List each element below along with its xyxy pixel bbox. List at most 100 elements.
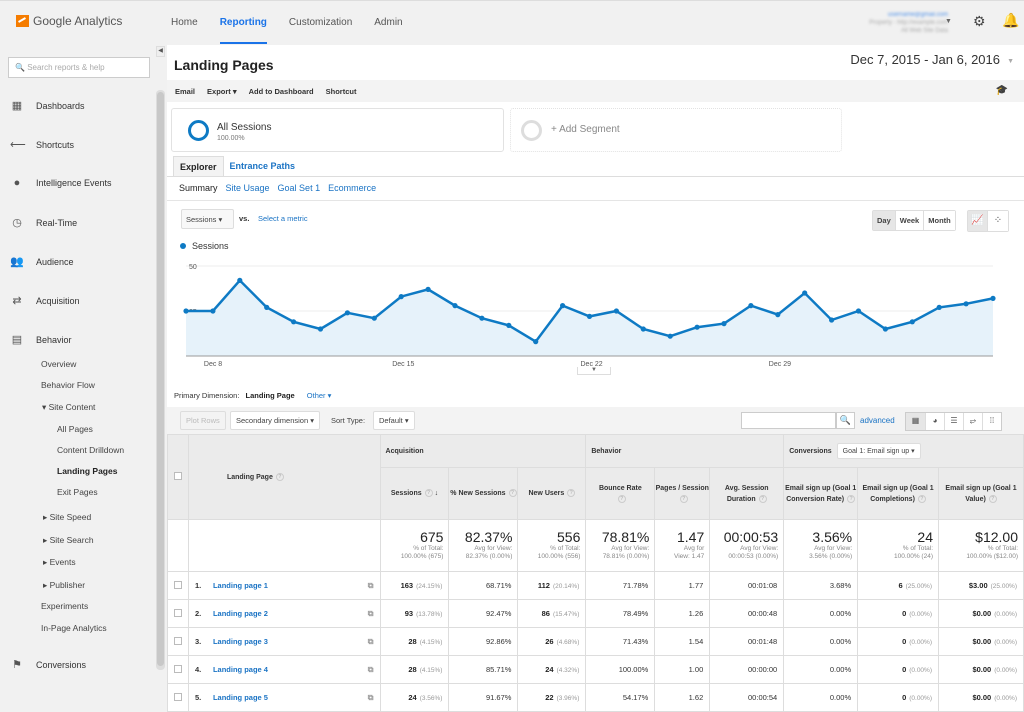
row-checkbox[interactable] (173, 580, 182, 589)
sidebar-item-shortcuts[interactable]: ⟵ Shortcuts (10, 138, 74, 151)
row-checkbox[interactable] (173, 608, 182, 617)
chart-resize-handle[interactable]: ▼ (577, 367, 611, 375)
nav-customization[interactable]: Customization (278, 1, 363, 44)
secondary-dimension-dropdown[interactable]: Secondary dimension ▾ (230, 411, 320, 430)
col-avg-duration[interactable]: Avg. Session Duration? (709, 467, 785, 520)
nav-reporting[interactable]: Reporting (209, 1, 278, 44)
line-chart-icon[interactable]: 📈 (968, 211, 988, 231)
sidebar-item-dashboards[interactable]: ▦ Dashboards (10, 99, 85, 112)
sessions-chart[interactable]: 2550Dec 8Dec 15Dec 22Dec 29 (167, 251, 1024, 369)
row-checkbox[interactable] (173, 636, 182, 645)
collapse-sidebar-button[interactable]: ◀ (156, 46, 165, 57)
sidebar-sub-content-drilldown[interactable]: Content Drilldown (57, 445, 124, 455)
landing-page-link[interactable]: Landing page 1 (213, 581, 268, 590)
external-link-icon[interactable]: ⧉ (368, 609, 374, 619)
sort-type-dropdown[interactable]: Default ▾ (373, 411, 415, 430)
subtab-site-usage[interactable]: Site Usage (226, 183, 270, 193)
tab-explorer[interactable]: Explorer (173, 156, 224, 177)
help-icon[interactable]: ? (424, 489, 433, 498)
help-icon[interactable]: ? (758, 494, 767, 503)
tab-entrance-paths[interactable]: Entrance Paths (224, 156, 302, 177)
plot-rows-button[interactable]: Plot Rows (180, 411, 226, 430)
sidebar-item-conversions[interactable]: ⚑ Conversions (10, 658, 86, 671)
other-dimension-link[interactable]: Other ▾ (307, 391, 332, 400)
help-icon[interactable]: ? (847, 494, 856, 503)
metric-dropdown[interactable]: Sessions ▾ (181, 209, 234, 229)
col-goal1-completions[interactable]: Email sign up (Goal 1 Completions)? (857, 467, 939, 520)
row-checkbox[interactable] (173, 692, 182, 701)
sidebar-sub-overview[interactable]: Overview (41, 359, 76, 369)
sidebar-sub-site-content[interactable]: ▾ Site Content (42, 402, 95, 413)
subtab-ecommerce[interactable]: Ecommerce (328, 183, 376, 193)
gear-icon[interactable]: ⚙ (973, 13, 986, 30)
search-icon[interactable]: 🔍 (836, 412, 855, 429)
sidebar-sub-site-search[interactable]: ▸ Site Search (43, 535, 94, 546)
performance-view-icon[interactable]: ☰ (944, 413, 963, 430)
day-button[interactable]: Day (873, 211, 895, 230)
external-link-icon[interactable]: ⧉ (368, 665, 374, 675)
sidebar-item-audience[interactable]: 👥 Audience (10, 255, 73, 268)
sidebar-item-intelligence[interactable]: ● Intelligence Events (10, 177, 112, 189)
help-icon[interactable]: ? (917, 494, 926, 503)
subtab-summary[interactable]: Summary (179, 183, 218, 193)
help-icon[interactable]: ? (275, 473, 284, 481)
sidebar-sub-site-speed[interactable]: ▸ Site Speed (43, 512, 91, 523)
col-bounce-rate[interactable]: Bounce Rate? (585, 467, 656, 520)
help-icon[interactable]: ? (567, 489, 576, 498)
sidebar-scroll-thumb[interactable] (157, 92, 164, 666)
sidebar-item-realtime[interactable]: ◷ Real-Time (10, 216, 77, 229)
sidebar-sub-exit-pages[interactable]: Exit Pages (57, 487, 98, 497)
help-icon[interactable]: ? (679, 494, 688, 503)
motion-chart-icon[interactable]: ⁘ (988, 211, 1008, 231)
nav-admin[interactable]: Admin (363, 1, 413, 44)
export-button[interactable]: Export ▾ (207, 87, 237, 96)
comparison-view-icon[interactable]: ⥂ (963, 413, 982, 430)
help-icon[interactable]: ? (508, 489, 517, 498)
col-sessions[interactable]: Sessions? ↓ (379, 467, 450, 520)
table-search-input[interactable] (741, 412, 836, 429)
pivot-view-icon[interactable]: ⁞⁞ (982, 413, 1001, 430)
sidebar-sub-all-pages[interactable]: All Pages (57, 424, 93, 434)
help-icon[interactable]: ? (988, 494, 997, 503)
segment-all-sessions[interactable]: All Sessions 100.00% (171, 108, 504, 152)
bell-icon[interactable]: 🔔 (1002, 12, 1019, 29)
landing-page-link[interactable]: Landing page 4 (213, 665, 268, 674)
external-link-icon[interactable]: ⧉ (368, 693, 374, 703)
sidebar-sub-behavior-flow[interactable]: Behavior Flow (41, 380, 95, 390)
primary-dimension-value[interactable]: Landing Page (246, 391, 295, 400)
landing-page-link[interactable]: Landing page 5 (213, 693, 268, 702)
month-button[interactable]: Month (923, 211, 955, 230)
sidebar-sub-experiments[interactable]: Experiments (41, 601, 88, 611)
select-metric-link[interactable]: Select a metric (258, 214, 308, 223)
app-logo[interactable]: Google Analytics (16, 14, 122, 28)
sidebar-item-acquisition[interactable]: ⇄ Acquisition (10, 294, 79, 307)
add-to-dashboard-button[interactable]: Add to Dashboard (249, 87, 314, 96)
landing-page-link[interactable]: Landing page 2 (213, 609, 268, 618)
sidebar-item-behavior[interactable]: ▤ Behavior (10, 333, 72, 346)
subtab-goal-set-1[interactable]: Goal Set 1 (278, 183, 321, 193)
external-link-icon[interactable]: ⧉ (368, 581, 374, 591)
nav-home[interactable]: Home (160, 1, 209, 44)
account-caret-icon[interactable]: ▼ (945, 18, 952, 25)
col-pages-session[interactable]: Pages / Session? (654, 467, 711, 520)
sidebar-sub-landing-pages[interactable]: Landing Pages (57, 466, 117, 476)
col-goal1-value[interactable]: Email sign up (Goal 1 Value)? (938, 467, 1024, 520)
email-button[interactable]: Email (175, 87, 195, 96)
search-input[interactable]: 🔍 Search reports & help (8, 57, 150, 78)
week-button[interactable]: Week (894, 211, 924, 230)
col-goal1-conversion-rate[interactable]: Email sign up (Goal 1 Conversion Rate)? (783, 467, 859, 520)
data-table-view-icon[interactable]: ▦ (906, 413, 925, 430)
landing-page-header[interactable]: Landing Page? (187, 434, 381, 520)
landing-page-link[interactable]: Landing page 3 (213, 637, 268, 646)
col-new-users[interactable]: New Users? (517, 467, 587, 520)
account-selector[interactable]: username@gmail.com Property - http://exa… (869, 11, 948, 35)
sidebar-sub-publisher[interactable]: ▸ Publisher (43, 580, 85, 591)
graduation-cap-icon[interactable]: 🎓 (996, 85, 1008, 96)
goal-dropdown[interactable]: Goal 1: Email sign up ▾ (836, 443, 921, 459)
sidebar-sub-events[interactable]: ▸ Events (43, 557, 76, 568)
col-new-sessions[interactable]: % New Sessions? (448, 467, 519, 520)
add-segment-button[interactable]: + Add Segment (510, 108, 842, 152)
shortcut-button[interactable]: Shortcut (326, 87, 357, 96)
advanced-filter-link[interactable]: advanced (860, 416, 895, 425)
external-link-icon[interactable]: ⧉ (368, 637, 374, 647)
